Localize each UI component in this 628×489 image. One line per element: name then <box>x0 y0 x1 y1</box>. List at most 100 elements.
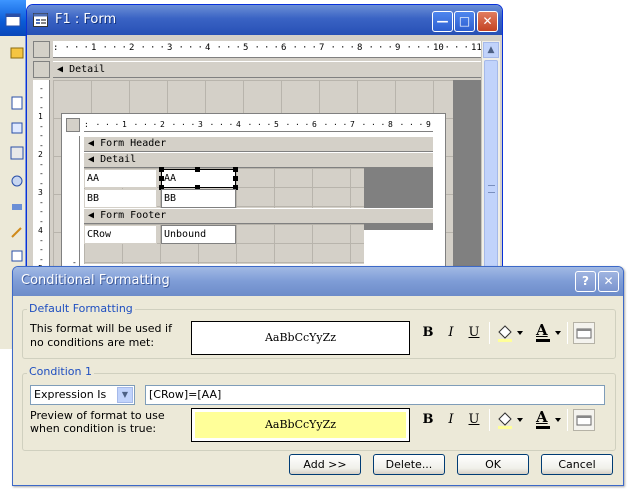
ruler-dot: · <box>333 120 338 129</box>
condition-type-dropdown-button[interactable]: ▼ <box>117 387 133 403</box>
new-object-icon[interactable] <box>9 248 25 264</box>
label-aa[interactable]: AA <box>84 169 157 188</box>
condition-font-color-button[interactable]: A <box>533 408 563 431</box>
build-icon[interactable] <box>9 198 25 214</box>
default-font-color-button[interactable]: A <box>533 321 563 344</box>
ruler-tick: 4 <box>38 226 43 235</box>
ruler-dot: · <box>387 43 393 53</box>
close-button[interactable]: ✕ <box>477 11 498 32</box>
label-crow[interactable]: CRow <box>84 225 157 244</box>
code-icon[interactable] <box>9 173 25 189</box>
selection-handle[interactable] <box>159 176 164 181</box>
ruler-dot: · <box>399 120 405 129</box>
paint-bucket-icon <box>498 412 523 429</box>
default-disable-button[interactable] <box>573 322 595 344</box>
add-button[interactable]: Add >> <box>289 454 361 475</box>
dialog-titlebar[interactable]: Conditional Formatting ? ✕ <box>13 267 623 296</box>
dropdown-arrow-icon <box>536 331 561 342</box>
maximize-button[interactable]: □ <box>454 11 475 32</box>
ruler-dot: · <box>264 43 270 53</box>
minimize-icon: — <box>436 14 449 28</box>
ruler-tick: 6 <box>281 43 287 53</box>
textbox-bb[interactable]: BB <box>161 189 236 208</box>
ruler-dot: - <box>39 140 44 150</box>
ruler-tick: 1 <box>91 43 97 53</box>
ruler-dot: · <box>74 43 80 53</box>
ruler-dot: · <box>323 120 329 129</box>
chevron-down-icon: ▼ <box>121 390 129 399</box>
form-selector[interactable] <box>33 41 50 58</box>
ruler-dot: · <box>257 120 262 129</box>
wand-icon[interactable] <box>9 224 25 240</box>
section-selector-detail[interactable] <box>33 61 50 78</box>
selection-handle[interactable] <box>195 167 200 172</box>
minimize-button[interactable]: — <box>432 11 453 32</box>
cancel-button[interactable]: Cancel <box>541 454 613 475</box>
ruler-dot: - <box>39 102 44 112</box>
selection-handle[interactable] <box>233 167 238 172</box>
form-header-section-bar[interactable]: ◀ Form Header <box>84 136 433 152</box>
scroll-up-button[interactable]: ▲ <box>483 42 499 58</box>
ruler-tick: 3 <box>167 43 173 53</box>
ruler-dot: - <box>39 178 44 188</box>
condition-fill-color-button[interactable] <box>495 409 525 431</box>
ruler-dot: - <box>39 245 44 254</box>
ruler-dot: - <box>39 83 44 93</box>
detail-section-bar[interactable]: ◀ Detail <box>53 61 481 78</box>
selection-handle[interactable] <box>233 176 238 181</box>
selection-handle[interactable] <box>159 167 164 172</box>
condition-type-combo[interactable]: Expression Is ▼ <box>30 385 135 405</box>
condition-type-value: Expression Is <box>34 388 107 401</box>
condition-bold-button[interactable]: B <box>418 410 438 430</box>
condition-underline-button[interactable]: U <box>464 410 484 430</box>
properties-icon[interactable] <box>9 120 25 136</box>
textbox-crow[interactable]: Unbound <box>161 225 236 244</box>
toolbar-separator <box>489 322 490 344</box>
default-bold-button[interactable]: B <box>418 323 438 343</box>
ruler-dot: · <box>330 43 336 53</box>
subform-horizontal-ruler[interactable]: :···1···2···3···4···5···6···7···8···9··· <box>84 118 433 132</box>
toolbox-icon[interactable] <box>9 95 25 111</box>
subform-selector[interactable] <box>66 118 80 132</box>
default-italic-button[interactable]: I <box>441 323 461 343</box>
form-window-titlebar[interactable]: F1 : Form — □ ✕ <box>27 5 502 35</box>
default-formatting-label: Default Formatting <box>27 302 135 315</box>
ruler-tick: 2 <box>160 120 165 129</box>
horizontal-ruler[interactable]: : · · · 1 · · · 2 · · · 3 · · · 4 · · · 5 · · · 6 · · · 7 · · · 8 · · · 9 · · ·… <box>53 41 481 58</box>
ok-button[interactable]: OK <box>457 454 529 475</box>
textbox-disabled-icon <box>576 415 592 426</box>
expression-input[interactable]: [CRow]=[AA] <box>145 385 605 405</box>
form-footer-section-bar[interactable]: ◀ Form Footer <box>84 208 433 224</box>
condition-disable-button[interactable] <box>573 409 595 431</box>
ruler-tick: 8 <box>357 43 363 53</box>
form-footer-section-label: Form Footer <box>100 210 167 221</box>
ruler-tick: : <box>53 43 59 53</box>
ruler-tick: 7 <box>350 120 355 129</box>
default-fill-color-button[interactable] <box>495 322 525 344</box>
ruler-dot: - <box>39 216 44 226</box>
field-list-icon[interactable] <box>9 145 25 161</box>
subform-detail-section-bar[interactable]: ◀ Detail <box>84 152 433 168</box>
ruler-tick: 11 <box>471 43 481 53</box>
ruler-dot: · <box>368 43 374 53</box>
ruler-dot: · <box>304 120 310 129</box>
help-button[interactable]: ? <box>575 271 596 292</box>
ruler-dot: · <box>454 43 460 53</box>
dialog-close-button[interactable]: ✕ <box>598 271 619 292</box>
preview-description: Preview of format to use when condition … <box>30 409 165 435</box>
ruler-dot: · <box>105 120 110 129</box>
textbox-disabled-icon <box>576 328 592 339</box>
design-view-icon[interactable] <box>9 44 25 60</box>
ruler-tick: 9 <box>395 43 401 53</box>
section-arrow-icon: ◀ <box>88 210 95 221</box>
ruler-dot: · <box>150 43 156 53</box>
condition-italic-button[interactable]: I <box>441 410 461 430</box>
ruler-tick: 1 <box>38 112 43 121</box>
default-underline-button[interactable]: U <box>464 323 484 343</box>
ruler-dot: · <box>133 120 139 129</box>
ruler-dot: - <box>39 254 44 264</box>
delete-button[interactable]: Delete... <box>373 454 445 475</box>
ruler-dot: · <box>463 43 469 53</box>
close-icon: ✕ <box>603 274 614 288</box>
label-bb[interactable]: BB <box>84 189 157 208</box>
